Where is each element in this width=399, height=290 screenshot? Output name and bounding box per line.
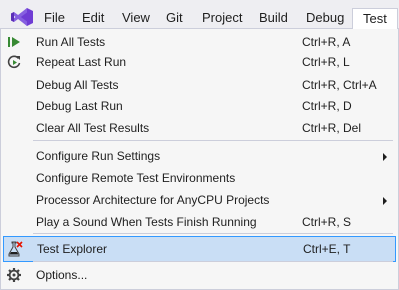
menu-view[interactable]: View (122, 9, 150, 27)
menu-file[interactable]: File (44, 9, 65, 27)
menu-edit[interactable]: Edit (82, 9, 104, 27)
menu-item-play-sound[interactable]: Play a Sound When Tests Finish Running C… (3, 209, 396, 235)
test-menu-dropdown: Run All Tests Ctrl+R, A Repeat Last Run … (0, 28, 399, 290)
visual-studio-logo-icon[interactable] (10, 7, 34, 27)
menu-item-options[interactable]: Options... (3, 262, 396, 288)
menu-test[interactable]: Test (352, 8, 398, 29)
menu-item-label: Play a Sound When Tests Finish Running (36, 215, 257, 229)
menu-item-shortcut: Ctrl+E, T (303, 242, 351, 256)
menu-debug[interactable]: Debug (306, 9, 344, 27)
menu-item-label: Clear All Test Results (36, 121, 150, 135)
menu-build[interactable]: Build (259, 9, 288, 27)
gear-icon (7, 268, 21, 282)
run-all-tests-icon (8, 37, 20, 47)
submenu-arrow-icon (383, 153, 387, 161)
menu-item-clear-all-test-results[interactable]: Clear All Test Results Ctrl+R, Del (3, 115, 396, 141)
menu-separator (33, 233, 393, 234)
menu-item-shortcut: Ctrl+R, S (302, 215, 352, 229)
menu-separator (33, 140, 393, 141)
menu-item-test-explorer[interactable]: Test Explorer Ctrl+E, T (3, 236, 396, 262)
test-explorer-icon (8, 241, 23, 257)
menu-project[interactable]: Project (202, 9, 242, 27)
menu-item-shortcut: Ctrl+R, Del (302, 121, 362, 135)
menu-git[interactable]: Git (166, 9, 183, 27)
menu-item-label: Test Explorer (37, 242, 108, 256)
menu-item-label: Options... (36, 268, 88, 282)
submenu-arrow-icon (383, 197, 387, 205)
repeat-last-run-icon (7, 55, 21, 69)
